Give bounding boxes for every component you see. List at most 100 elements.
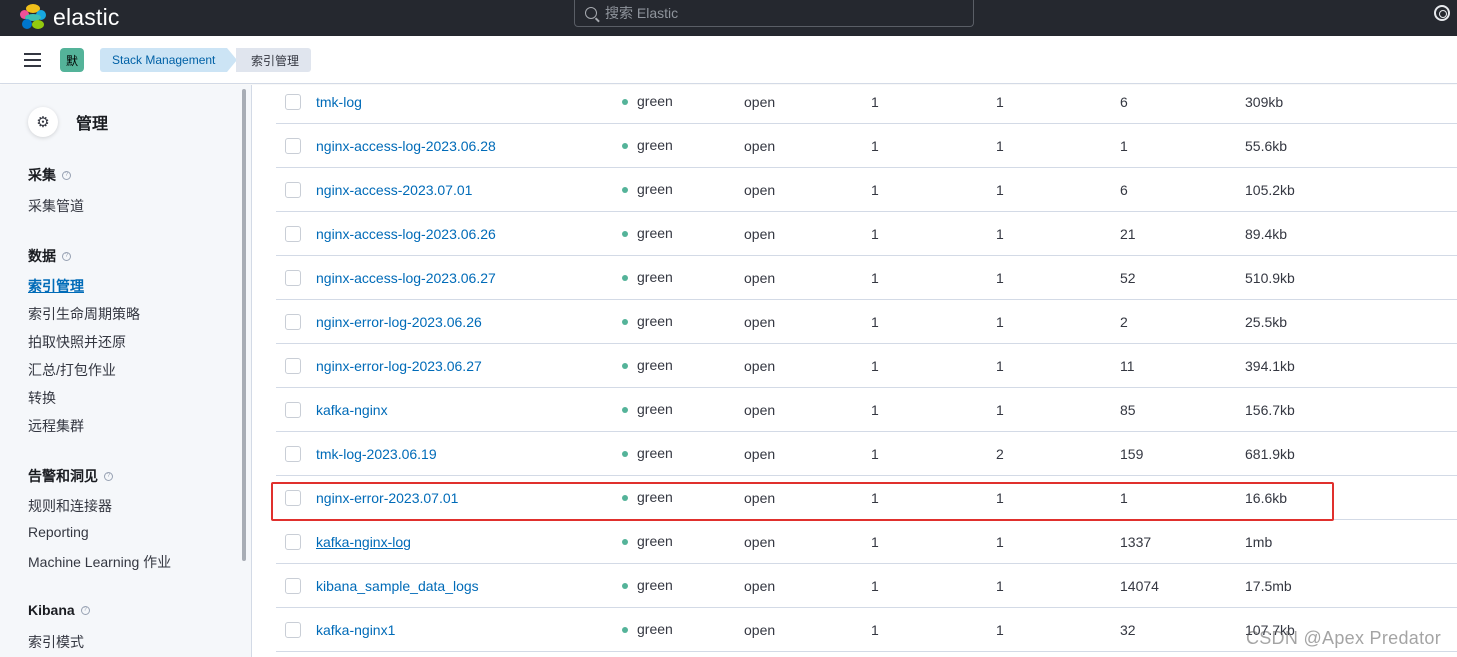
health-status: green [622, 85, 673, 124]
sidebar-scrollbar[interactable] [242, 89, 246, 561]
health-dot-icon [622, 407, 628, 413]
index-name-link-text[interactable]: kafka-nginx-log [316, 534, 411, 550]
row-checkbox[interactable] [285, 270, 301, 286]
health-dot-icon [622, 539, 628, 545]
row-checkbox[interactable] [285, 578, 301, 594]
table-row: nginx-access-log-2023.06.26 green open 1 1 21… [276, 212, 1457, 256]
table-row: tmk-log green open 1 1 6 309kb [276, 85, 1457, 124]
index-name-link[interactable]: nginx-error-log-2023.06.27 [316, 344, 482, 388]
sidebar-item-ilm-policies[interactable]: 索引生命周期策略 [28, 304, 140, 324]
docs-count-text: 85 [1120, 402, 1136, 418]
index-name-link-text[interactable]: nginx-access-log-2023.06.27 [316, 270, 496, 286]
storage-size: 309kb [1245, 85, 1283, 124]
row-checkbox[interactable] [285, 446, 301, 462]
index-name-link[interactable]: nginx-access-log-2023.06.27 [316, 256, 496, 300]
elastic-logo[interactable]: elastic [20, 2, 120, 32]
index-status: open [744, 564, 775, 608]
index-name-link[interactable]: kafka-nginx [316, 388, 388, 432]
index-name-link-text[interactable]: nginx-access-2023.07.01 [316, 182, 472, 198]
health-label: green [637, 532, 673, 549]
index-name-link[interactable]: kibana_sample_data_logs [316, 564, 479, 608]
index-status: open [744, 212, 775, 256]
sidebar-item-ingest-pipelines[interactable]: 采集管道 [28, 196, 84, 216]
sidebar-item-reporting[interactable]: Reporting [28, 524, 89, 540]
primaries-count: 1 [871, 344, 879, 388]
row-checkbox[interactable] [285, 182, 301, 198]
primaries-count-text: 1 [871, 94, 879, 110]
sidebar-item-remote-clusters[interactable]: 远程集群 [28, 416, 84, 436]
sidebar-item-ml-jobs[interactable]: Machine Learning 作业 [28, 552, 171, 572]
index-name-link-text[interactable]: nginx-access-log-2023.06.26 [316, 226, 496, 242]
table-row: nginx-error-log-2023.06.26 green open 1 1 2 25… [276, 300, 1457, 344]
sidebar-item-rules-connectors[interactable]: 规则和连接器 [28, 496, 112, 516]
row-checkbox[interactable] [285, 314, 301, 330]
storage-size-text: 156.7kb [1245, 402, 1295, 418]
health-dot-icon [622, 275, 628, 281]
sidebar-item-snapshot-restore[interactable]: 拍取快照并还原 [28, 332, 126, 352]
sidebar-item-rollup-jobs[interactable]: 汇总/打包作业 [28, 360, 116, 380]
index-name-link-text[interactable]: tmk-log [316, 94, 362, 110]
index-name-link[interactable]: tmk-log-2023.06.19 [316, 432, 437, 476]
index-name-link-text[interactable]: nginx-error-log-2023.06.26 [316, 314, 482, 330]
primaries-count-text: 1 [871, 534, 879, 550]
row-checkbox[interactable] [285, 138, 301, 154]
index-name-link[interactable]: kafka-nginx1 [316, 608, 395, 652]
row-checkbox[interactable] [285, 402, 301, 418]
index-status: open [744, 520, 775, 564]
index-name-link[interactable]: nginx-error-log-2023.06.26 [316, 300, 482, 344]
storage-size: 1mb [1245, 520, 1272, 564]
docs-count: 32 [1120, 608, 1136, 652]
row-checkbox[interactable] [285, 358, 301, 374]
docs-count-text: 11 [1120, 358, 1135, 374]
health-label: green [637, 312, 673, 329]
index-status: open [744, 344, 775, 388]
replicas-count-text: 1 [996, 578, 1004, 594]
row-checkbox[interactable] [285, 226, 301, 242]
menu-toggle-icon[interactable] [24, 53, 41, 67]
help-icon[interactable] [1434, 5, 1450, 21]
index-status-text: open [744, 226, 776, 242]
index-name-link-text[interactable]: kafka-nginx [316, 402, 388, 418]
index-status-text: open [744, 534, 776, 550]
docs-count-text: 52 [1120, 270, 1136, 286]
sidebar-item-index-patterns[interactable]: 索引模式 [28, 632, 84, 652]
row-checkbox[interactable] [285, 534, 301, 550]
replicas-count: 1 [996, 85, 1004, 124]
index-name-link-text[interactable]: nginx-error-log-2023.06.27 [316, 358, 482, 374]
row-checkbox[interactable] [285, 94, 301, 110]
row-checkbox[interactable] [285, 622, 301, 638]
sidebar-item-index-management[interactable]: 索引管理 [28, 276, 84, 296]
index-name-link-text[interactable]: kafka-nginx1 [316, 622, 395, 638]
global-search-input[interactable]: 搜索 Elastic [574, 0, 974, 27]
storage-size: 681.9kb [1245, 432, 1295, 476]
primaries-count: 1 [871, 388, 879, 432]
sidebar-header: ⚙ 管理 [28, 107, 108, 137]
index-name-link[interactable]: nginx-access-log-2023.06.28 [316, 124, 496, 168]
sidebar-item-transforms[interactable]: 转换 [28, 388, 56, 408]
index-name-link[interactable]: nginx-access-log-2023.06.26 [316, 212, 496, 256]
replicas-count: 1 [996, 344, 1004, 388]
primaries-count-text: 1 [871, 138, 879, 154]
table-row: nginx-access-log-2023.06.27 green open 1 1 52… [276, 256, 1457, 300]
replicas-count: 1 [996, 564, 1004, 608]
index-name-link-text[interactable]: kibana_sample_data_logs [316, 578, 479, 594]
storage-size: 55.6kb [1245, 124, 1287, 168]
breadcrumb-stack-management[interactable]: Stack Management [100, 48, 238, 72]
docs-count-text: 6 [1120, 182, 1128, 198]
index-name-link[interactable]: nginx-access-2023.07.01 [316, 168, 472, 212]
index-name-link[interactable]: kafka-nginx-log [316, 520, 411, 564]
index-name-link-text[interactable]: tmk-log-2023.06.19 [316, 446, 437, 462]
info-icon: ? [80, 605, 90, 615]
index-name-link[interactable]: tmk-log [316, 85, 362, 124]
space-avatar[interactable]: 默 [60, 48, 84, 72]
primaries-count-text: 1 [871, 270, 879, 286]
health-label: green [637, 356, 673, 373]
docs-count-text: 1337 [1120, 534, 1152, 550]
health-status: green [622, 256, 673, 300]
docs-count: 52 [1120, 256, 1136, 300]
table-row: tmk-log-2023.06.19 green open 1 2 159 681.9kb [276, 432, 1457, 476]
info-icon: ? [62, 251, 71, 261]
index-name-link-text[interactable]: nginx-access-log-2023.06.28 [316, 138, 496, 154]
storage-size: 105.2kb [1245, 168, 1295, 212]
replicas-count-text: 1 [996, 182, 1004, 198]
